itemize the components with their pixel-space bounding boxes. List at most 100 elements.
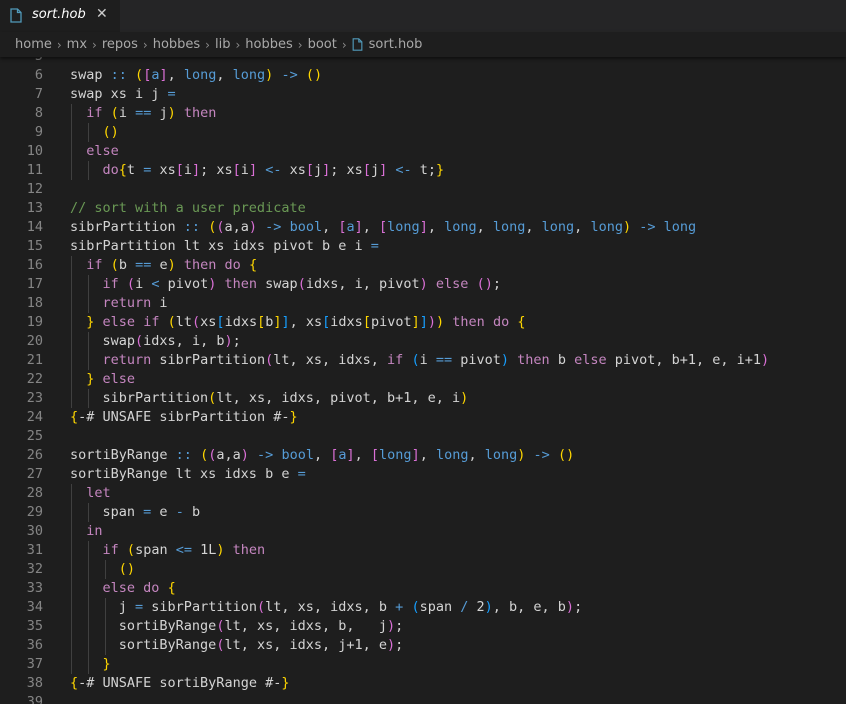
code-line[interactable]: 14 sibrPartition :: ((a,a) -> bool, [a], … [0, 218, 846, 237]
code-line[interactable]: 28 let [0, 484, 846, 503]
code-token: { [167, 580, 176, 596]
code-token: then [452, 314, 485, 330]
line-number: 12 [26, 181, 43, 197]
code-token: ] [281, 314, 290, 330]
code-line[interactable]: 33 else do { [0, 579, 846, 598]
code-token: -# UNSAFE sortiByRange #- [78, 675, 282, 691]
code-token: ] [411, 447, 420, 463]
code-line[interactable]: 38 {-# UNSAFE sortiByRange #-} [0, 674, 846, 693]
code-line[interactable]: 10 else [0, 142, 846, 161]
code-token: ( [126, 276, 136, 292]
code-line[interactable]: 12 [0, 180, 846, 199]
line-number: 24 [26, 409, 43, 425]
code-line[interactable]: 9 () [0, 123, 846, 142]
code-token: ) [427, 314, 437, 330]
code-line[interactable]: 32 () [0, 560, 846, 579]
code-text: if (i == j) then [70, 104, 216, 123]
code-line[interactable]: 13 // sort with a user predicate [0, 199, 846, 218]
code-token: swap [70, 67, 111, 83]
code-token: ] [419, 219, 428, 235]
code-token: else [574, 352, 607, 368]
line-number: 27 [26, 466, 43, 482]
code-line[interactable]: 35 sortiByRange(lt, xs, idxs, b, j); [0, 617, 846, 636]
code-line[interactable]: 7 swap xs i j = [0, 85, 846, 104]
code-line[interactable]: 27 sortiByRange lt xs idxs b e = [0, 465, 846, 484]
code-line[interactable]: 6 swap :: ([a], long, long) -> () [0, 66, 846, 85]
code-line[interactable]: 31 if (span <= 1L) then [0, 541, 846, 560]
code-line[interactable]: 34 j = sibrPartition(lt, xs, idxs, b + (… [0, 598, 846, 617]
code-token: [ [362, 162, 371, 178]
code-line[interactable]: 25 [0, 427, 846, 446]
code-token: else [102, 371, 136, 387]
breadcrumb-file[interactable]: sort.hob [369, 37, 423, 52]
code-token: , b, e, b [492, 599, 566, 615]
close-icon[interactable]: ✕ [96, 6, 108, 22]
code-token: else [86, 143, 119, 159]
breadcrumb-home[interactable]: home [15, 37, 52, 52]
code-token: ) [436, 314, 445, 330]
code-token: sortiByRange [70, 618, 217, 634]
code-editor[interactable]: 56swap :: ([a], long, long) -> ()7swap x… [0, 57, 846, 704]
code-token: long [484, 447, 518, 463]
code-token: { [248, 257, 258, 273]
breadcrumb-lib[interactable]: lib [215, 37, 230, 52]
code-line[interactable]: 20 swap(idxs, i, b); [0, 332, 846, 351]
code-line[interactable]: 11 do{t = xs[i]; xs[i] <- xs[j]; xs[j] <… [0, 161, 846, 180]
code-text: return sibrPartition(lt, xs, idxs, if (i… [70, 351, 770, 370]
code-token: lt, xs, idxs, b [265, 599, 396, 615]
code-token: e [151, 257, 168, 273]
code-token: ) [761, 352, 770, 368]
code-line[interactable]: 18 return i [0, 294, 846, 313]
code-token: return [102, 295, 152, 311]
code-token: idxs [224, 314, 258, 330]
breadcrumb-boot[interactable]: boot [308, 37, 337, 52]
code-token: { [70, 675, 79, 691]
code-token: j [151, 105, 168, 121]
code-line[interactable]: 24 {-# UNSAFE sibrPartition #-} [0, 408, 846, 427]
code-line[interactable]: 23 sibrPartition(lt, xs, idxs, pivot, b+… [0, 389, 846, 408]
code-token: b [118, 257, 136, 273]
code-token: , [574, 219, 591, 235]
code-line[interactable]: 36 sortiByRange(lt, xs, idxs, j+1, e); [0, 636, 846, 655]
code-line[interactable]: 21 return sibrPartition(lt, xs, idxs, if… [0, 351, 846, 370]
code-token: e [151, 504, 176, 520]
breadcrumb-hobbes-2[interactable]: hobbes [245, 37, 292, 52]
code-line[interactable]: 15 sibrPartition lt xs idxs pivot b e i = [0, 237, 846, 256]
code-line[interactable]: 17 if (i < pivot) then swap(idxs, i, piv… [0, 275, 846, 294]
code-line[interactable]: 19 } else if (lt(xs[idxs[b]], xs[idxs[pi… [0, 313, 846, 332]
code-line[interactable]: 29 span = e - b [0, 503, 846, 522]
code-token: else [102, 314, 136, 330]
code-line[interactable]: 5 [0, 57, 846, 66]
code-line[interactable]: 37 } [0, 655, 846, 674]
code-token: if [86, 105, 103, 121]
line-number: 38 [26, 675, 43, 691]
code-token: ] [411, 314, 420, 330]
breadcrumb-mx[interactable]: mx [67, 37, 87, 52]
code-token: ) [248, 219, 258, 235]
code-token: [ [257, 314, 266, 330]
code-token: ( [167, 314, 176, 330]
code-line[interactable]: 22 } else [0, 370, 846, 389]
code-token: pivot [159, 276, 209, 292]
code-token: } [102, 656, 111, 672]
code-token: a [346, 219, 355, 235]
code-token: do [492, 314, 510, 330]
line-number: 13 [26, 200, 43, 216]
code-line[interactable]: 30 in [0, 522, 846, 541]
code-line[interactable]: 16 if (b == e) then do { [0, 256, 846, 275]
code-token: a,a [216, 447, 241, 463]
code-token: span [70, 504, 144, 520]
breadcrumb-hobbes[interactable]: hobbes [153, 37, 200, 52]
breadcrumb-repos[interactable]: repos [102, 37, 138, 52]
code-line[interactable]: 39 [0, 693, 846, 704]
code-line[interactable]: 26 sortiByRange :: ((a,a) -> bool, [a], [… [0, 446, 846, 465]
editor-tab[interactable]: sort.hob ✕ [0, 0, 120, 32]
code-line[interactable]: 8 if (i == j) then [0, 104, 846, 123]
